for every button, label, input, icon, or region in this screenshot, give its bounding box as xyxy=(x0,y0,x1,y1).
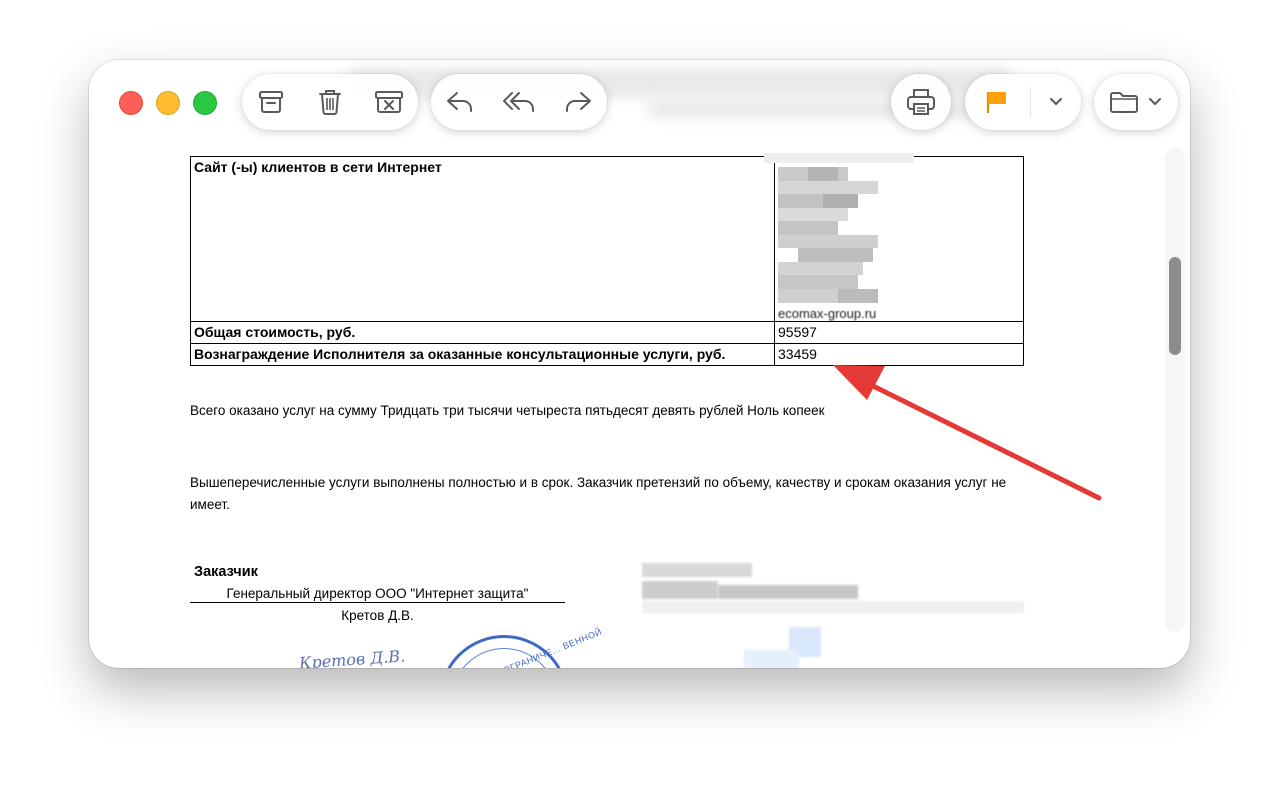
printer-icon xyxy=(907,89,935,115)
trash-icon xyxy=(318,90,341,115)
forward-icon xyxy=(565,92,591,112)
minimize-button[interactable] xyxy=(156,91,180,115)
reply-button[interactable] xyxy=(438,82,482,122)
reply-actions-group xyxy=(431,74,607,130)
delete-button[interactable] xyxy=(308,82,352,122)
zoom-button[interactable] xyxy=(193,91,217,115)
flag-menu-button[interactable] xyxy=(1041,82,1071,122)
mail-window: ________________________________ Сайт (-… xyxy=(89,60,1190,668)
archive-button[interactable] xyxy=(249,82,293,122)
chevron-down-icon xyxy=(1149,98,1161,105)
folder-icon xyxy=(1110,92,1138,113)
chevron-down-icon xyxy=(1049,98,1062,105)
junk-button[interactable] xyxy=(367,82,411,122)
toolbar-separator xyxy=(1029,87,1031,117)
print-button[interactable] xyxy=(899,82,943,122)
document-view: Сайт (-ы) клиентов в сети Интернет ecoma… xyxy=(89,60,1190,668)
reply-all-button[interactable] xyxy=(497,82,541,122)
forward-button[interactable] xyxy=(556,82,600,122)
close-button[interactable] xyxy=(119,91,143,115)
annotation-arrow xyxy=(833,365,1102,501)
reply-all-icon xyxy=(502,92,534,112)
move-to-folder-button[interactable] xyxy=(1107,82,1141,122)
scrollbar-thumb[interactable] xyxy=(1169,257,1181,355)
move-group xyxy=(1094,74,1178,130)
junk-icon xyxy=(374,91,403,113)
move-menu-button[interactable] xyxy=(1145,82,1165,122)
flag-icon xyxy=(987,92,1007,113)
archive-icon xyxy=(259,91,284,113)
scrollbar-track[interactable] xyxy=(1165,148,1185,632)
reply-icon xyxy=(447,92,473,112)
flag-button[interactable] xyxy=(975,82,1019,122)
message-actions-group xyxy=(242,74,418,130)
flag-group xyxy=(965,74,1081,130)
print-group xyxy=(891,74,951,130)
